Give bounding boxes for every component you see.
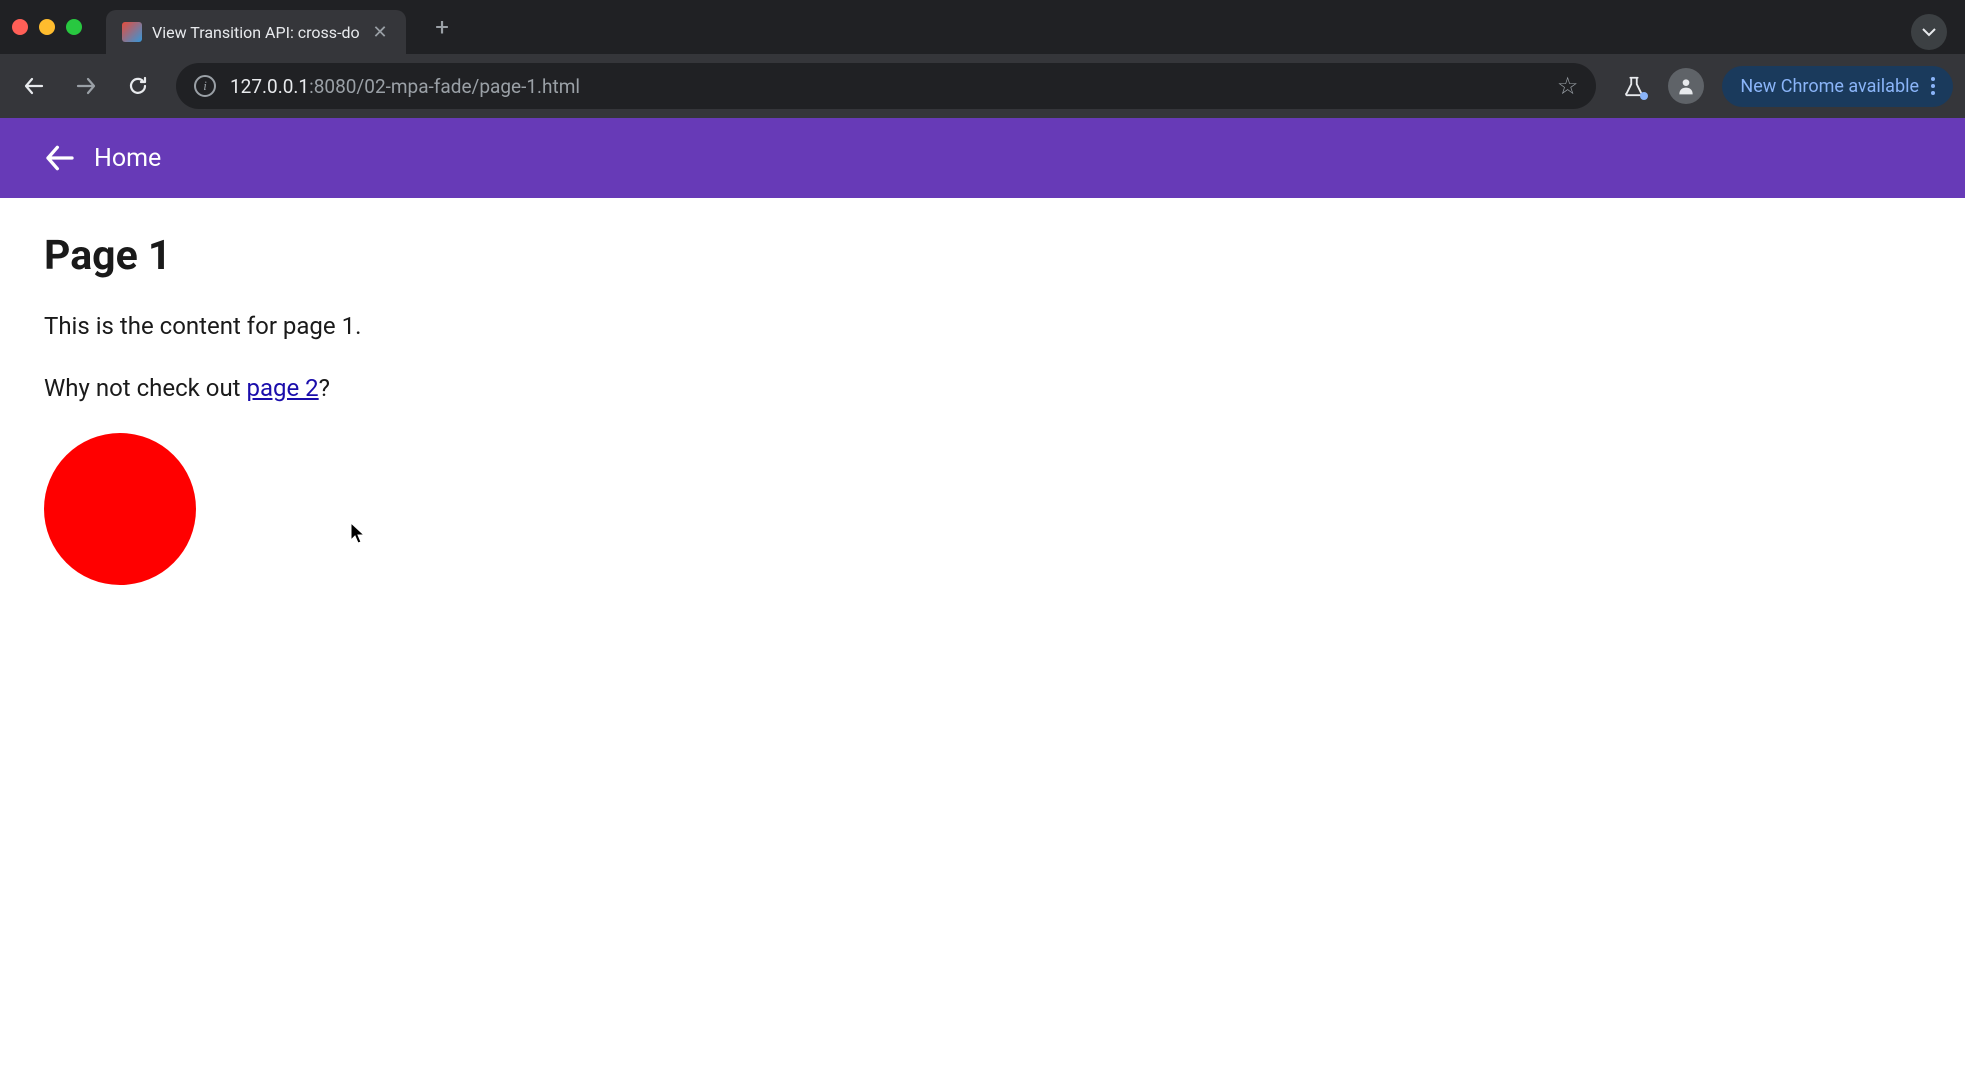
more-menu-icon — [1931, 77, 1935, 95]
paragraph-1: This is the content for page 1. — [44, 310, 1921, 344]
page-back-button[interactable] — [44, 142, 76, 174]
page-title: Page 1 — [44, 232, 1921, 280]
window-controls — [12, 19, 82, 35]
new-tab-button[interactable]: + — [424, 9, 460, 45]
tab-title: View Transition API: cross-do — [152, 23, 360, 42]
chevron-down-icon — [1921, 24, 1937, 40]
update-chrome-button[interactable]: New Chrome available — [1722, 66, 1953, 107]
nav-back-button[interactable] — [12, 64, 56, 108]
nav-forward-button[interactable] — [64, 64, 108, 108]
site-info-icon[interactable]: i — [194, 75, 216, 97]
labs-button[interactable] — [1612, 64, 1656, 108]
page-header: Home — [0, 118, 1965, 198]
address-bar[interactable]: i 127.0.0.1:8080/02-mpa-fade/page-1.html… — [176, 63, 1596, 109]
url-text: 127.0.0.1:8080/02-mpa-fade/page-1.html — [230, 75, 1543, 98]
profile-avatar-icon — [1668, 68, 1704, 104]
url-host: 127.0.0.1 — [230, 75, 309, 98]
arrow-left-icon — [22, 74, 46, 98]
home-link[interactable]: Home — [94, 144, 161, 173]
browser-toolbar: i 127.0.0.1:8080/02-mpa-fade/page-1.html… — [0, 54, 1965, 118]
bookmark-star-button[interactable]: ☆ — [1557, 72, 1579, 100]
reload-button[interactable] — [116, 64, 160, 108]
tabs-dropdown-button[interactable] — [1911, 14, 1947, 50]
red-circle — [44, 433, 196, 585]
page-2-link[interactable]: page 2 — [246, 374, 318, 402]
window-close-button[interactable] — [12, 19, 28, 35]
arrow-right-icon — [74, 74, 98, 98]
tab-favicon-icon — [122, 22, 142, 42]
update-label: New Chrome available — [1740, 76, 1919, 97]
p2-suffix: ? — [319, 374, 330, 402]
window-maximize-button[interactable] — [66, 19, 82, 35]
paragraph-2: Why not check out page 2? — [44, 372, 1921, 406]
url-path: :8080/02-mpa-fade/page-1.html — [309, 75, 580, 98]
tab-close-button[interactable]: ✕ — [370, 22, 390, 42]
notification-dot-icon — [1640, 92, 1648, 100]
profile-button[interactable] — [1664, 64, 1708, 108]
arrow-left-icon — [44, 142, 76, 174]
browser-chrome: View Transition API: cross-do ✕ + — [0, 0, 1965, 118]
reload-icon — [126, 74, 150, 98]
window-minimize-button[interactable] — [39, 19, 55, 35]
browser-tab[interactable]: View Transition API: cross-do ✕ — [106, 10, 406, 54]
page-content: Page 1 This is the content for page 1. W… — [0, 198, 1965, 619]
p2-prefix: Why not check out — [44, 374, 246, 402]
tab-strip: View Transition API: cross-do ✕ + — [0, 0, 1965, 54]
